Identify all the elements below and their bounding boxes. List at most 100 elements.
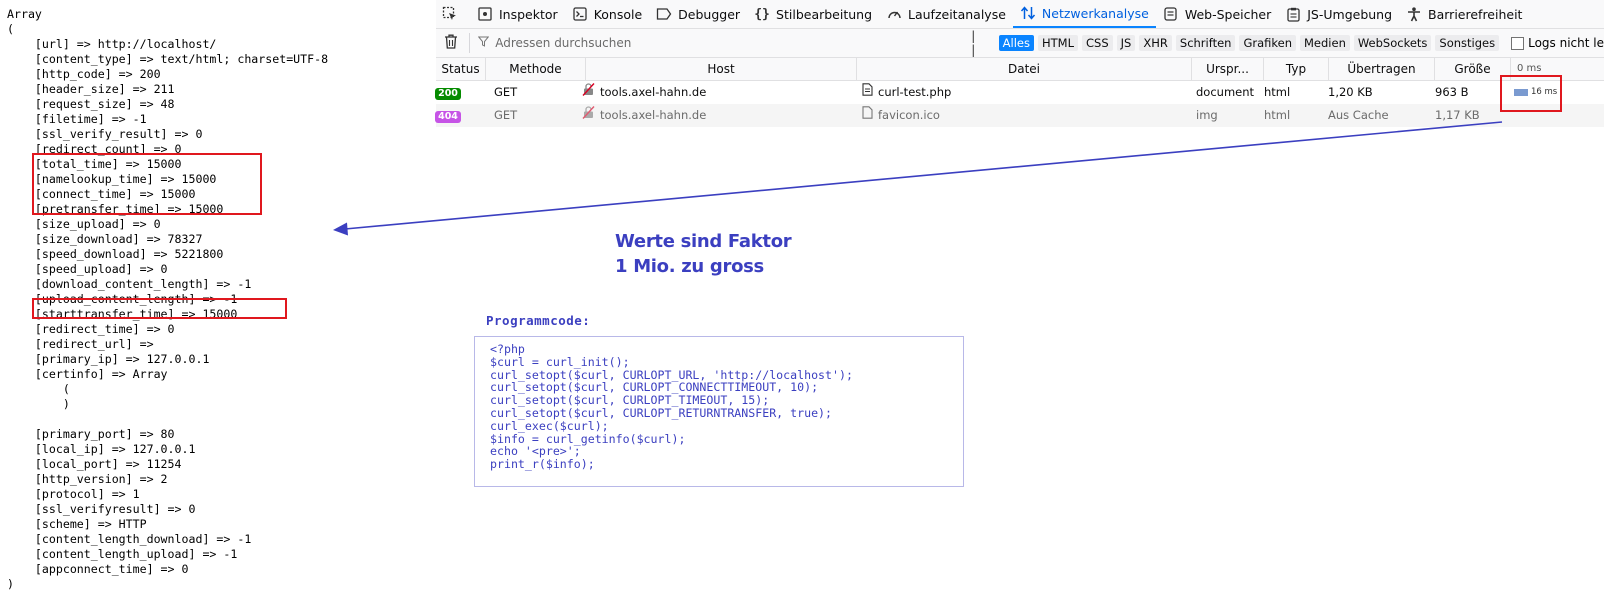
output-line: ( bbox=[7, 22, 14, 36]
column-transferred[interactable]: Übertragen bbox=[1329, 58, 1435, 80]
trash-icon[interactable] bbox=[444, 34, 461, 52]
devtools-toolbar: Inspektor Konsole Debugger {} Stilbearbei… bbox=[436, 0, 1604, 29]
request-row[interactable]: 404 GET tools.axel-hahn.de favicon.ico i… bbox=[435, 104, 1604, 127]
filter-css[interactable]: CSS bbox=[1082, 35, 1113, 51]
gauge-icon bbox=[886, 6, 902, 22]
divider bbox=[469, 33, 471, 53]
tab-label: JS-Umgebung bbox=[1307, 6, 1393, 22]
annotation-note: Werte sind Faktor 1 Mio. zu gross bbox=[615, 229, 792, 279]
tab-web-speicher[interactable]: Web-Speicher bbox=[1156, 0, 1278, 28]
output-line: [scheme] => HTTP bbox=[7, 517, 147, 531]
output-line: ) bbox=[7, 397, 70, 411]
output-line: ( bbox=[7, 382, 70, 396]
method-cell: GET bbox=[494, 85, 518, 99]
highlight-timing-values bbox=[32, 153, 262, 215]
inspector-icon bbox=[477, 6, 493, 22]
url-filter-input[interactable]: Adressen durchsuchen bbox=[477, 36, 967, 50]
request-row[interactable]: 200 GET tools.axel-hahn.de curl-test.php… bbox=[435, 81, 1604, 104]
clipboard-icon bbox=[1285, 6, 1301, 22]
output-line: [content_length_upload] => -1 bbox=[7, 547, 238, 561]
status-cell: 200 bbox=[429, 81, 467, 104]
output-line: [download_content_length] => -1 bbox=[7, 277, 252, 291]
tab-barrierefreiheit[interactable]: Barrierefreiheit bbox=[1399, 0, 1529, 28]
output-line: ) bbox=[7, 577, 14, 591]
filter-websockets[interactable]: WebSockets bbox=[1353, 35, 1432, 51]
pause-button[interactable]: | | bbox=[971, 29, 982, 57]
output-line: [protocol] => 1 bbox=[7, 487, 140, 501]
filter-alles[interactable]: Alles bbox=[998, 35, 1034, 51]
output-line: [local_port] => 11254 bbox=[7, 457, 182, 471]
column-cause[interactable]: Urspr... bbox=[1192, 58, 1264, 80]
highlight-starttransfer-time bbox=[32, 298, 287, 319]
program-code-box: <?php $curl = curl_init(); curl_setopt($cu… bbox=[474, 336, 964, 487]
tab-label: Stilbearbeitung bbox=[776, 6, 873, 22]
column-file[interactable]: Datei bbox=[857, 58, 1192, 80]
cause-cell: img bbox=[1196, 108, 1218, 122]
tab-inspektor[interactable]: Inspektor bbox=[470, 0, 565, 28]
persist-logs-label: Logs nicht le bbox=[1528, 36, 1604, 50]
code-line: $curl = curl_init(); bbox=[490, 354, 630, 369]
filter-sonstiges[interactable]: Sonstiges bbox=[1435, 35, 1500, 51]
status-badge: 404 bbox=[435, 111, 461, 123]
transferred-cell: 1,20 KB bbox=[1328, 85, 1373, 99]
output-line: [request_size] => 48 bbox=[7, 97, 175, 111]
insecure-lock-icon bbox=[582, 81, 595, 104]
filter-xhr[interactable]: XHR bbox=[1139, 35, 1172, 51]
output-line: [speed_upload] => 0 bbox=[7, 262, 168, 276]
tab-konsole[interactable]: Konsole bbox=[565, 0, 649, 28]
tab-laufzeitanalyse[interactable]: Laufzeitanalyse bbox=[879, 0, 1013, 28]
host-cell: tools.axel-hahn.de bbox=[582, 104, 842, 127]
filter-js[interactable]: JS bbox=[1116, 35, 1136, 51]
output-line: [header_size] => 211 bbox=[7, 82, 175, 96]
filter-schriften[interactable]: Schriften bbox=[1175, 35, 1236, 51]
element-picker-icon bbox=[442, 6, 458, 22]
annotation-line: Werte sind Faktor bbox=[615, 231, 792, 252]
persist-logs-checkbox[interactable]: Logs nicht le bbox=[1511, 36, 1604, 50]
output-line: [ssl_verifyresult] => 0 bbox=[7, 502, 196, 516]
output-line: [filetime] => -1 bbox=[7, 112, 147, 126]
output-line: [primary_port] => 80 bbox=[7, 427, 175, 441]
column-status[interactable]: Status bbox=[436, 58, 486, 80]
status-cell: 404 bbox=[429, 104, 467, 127]
print-r-output-panel: Array( [url] => http://localhost/ [conte… bbox=[0, 0, 437, 612]
code-line: curl_setopt($curl, CURLOPT_RETURNTRANSFE… bbox=[490, 405, 833, 420]
output-line: [content_type] => text/html; charset=UTF… bbox=[7, 52, 329, 66]
console-icon bbox=[572, 6, 588, 22]
output-line: [redirect_time] => 0 bbox=[7, 322, 175, 336]
request-table-header: Status Methode Host Datei Urspr... Typ Ü… bbox=[436, 58, 1604, 81]
type-cell: html bbox=[1264, 108, 1291, 122]
tab-label: Netzwerkanalyse bbox=[1041, 5, 1149, 21]
element-picker-button[interactable] bbox=[436, 0, 470, 28]
code-line: curl_exec($curl); bbox=[490, 418, 609, 433]
output-line: [ssl_verify_result] => 0 bbox=[7, 127, 203, 141]
tab-stilbearbeitung[interactable]: {} Stilbearbeitung bbox=[747, 0, 879, 28]
braces-icon: {} bbox=[754, 6, 770, 22]
output-line: [certinfo] => Array bbox=[7, 367, 168, 381]
column-host[interactable]: Host bbox=[586, 58, 857, 80]
tab-netzwerkanalyse[interactable]: Netzwerkanalyse bbox=[1012, 0, 1156, 28]
tab-debugger[interactable]: Debugger bbox=[649, 0, 747, 28]
debugger-icon bbox=[656, 6, 672, 22]
url-filter-placeholder: Adressen durchsuchen bbox=[495, 36, 632, 50]
transferred-cell: Aus Cache bbox=[1328, 108, 1389, 122]
method-cell: GET bbox=[494, 108, 518, 122]
column-method[interactable]: Methode bbox=[486, 58, 586, 80]
column-type[interactable]: Typ bbox=[1264, 58, 1329, 80]
filter-html[interactable]: HTML bbox=[1038, 35, 1079, 51]
host-name: tools.axel-hahn.de bbox=[600, 85, 707, 99]
filter-grafiken[interactable]: Grafiken bbox=[1239, 35, 1296, 51]
document-icon bbox=[862, 81, 873, 104]
filter-medien[interactable]: Medien bbox=[1300, 35, 1350, 51]
file-name: curl-test.php bbox=[878, 85, 952, 99]
tab-label: Web-Speicher bbox=[1184, 6, 1272, 22]
output-line: [local_ip] => 127.0.0.1 bbox=[7, 442, 196, 456]
tab-js-umgebung[interactable]: JS-Umgebung bbox=[1278, 0, 1399, 28]
network-filter-bar: Adressen durchsuchen | | Alles HTML CSS … bbox=[436, 29, 1604, 58]
tab-label: Konsole bbox=[593, 6, 643, 22]
tab-label: Laufzeitanalyse bbox=[908, 6, 1006, 22]
program-code: <?php $curl = curl_init(); curl_setopt($cu… bbox=[490, 343, 853, 471]
insecure-lock-icon bbox=[582, 104, 595, 127]
highlight-timing-cell bbox=[1500, 75, 1562, 112]
program-code-label: Programmcode: bbox=[486, 313, 591, 328]
